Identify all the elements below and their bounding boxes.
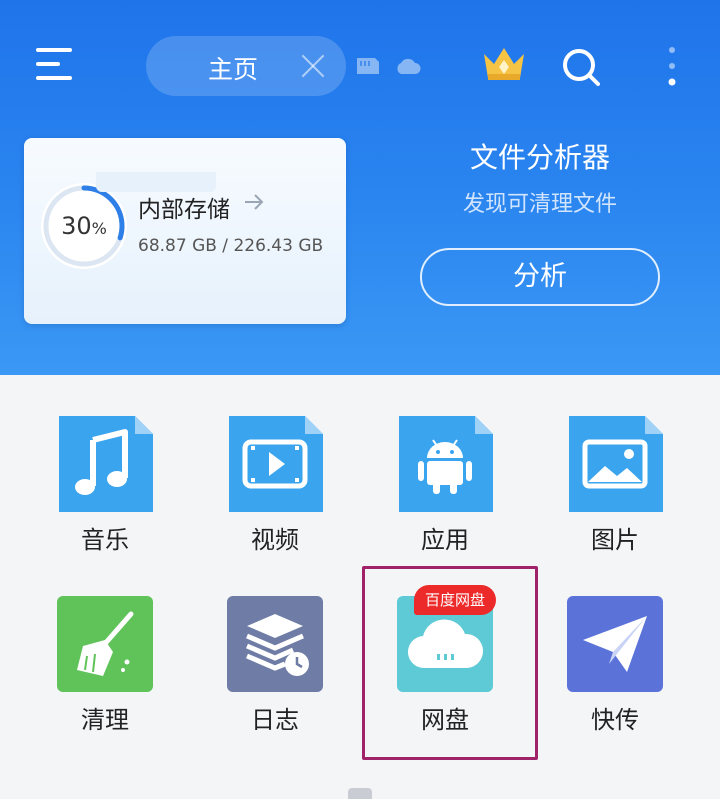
header: 主页 30% 内部存储 68.87 GB / 226.43 GB 文件分析器 发… bbox=[0, 0, 720, 375]
grid-item-clean[interactable]: 清理 bbox=[20, 584, 190, 754]
menu-icon[interactable] bbox=[30, 44, 78, 86]
search-icon[interactable] bbox=[560, 46, 604, 90]
grid-item-images[interactable]: 图片 bbox=[530, 404, 700, 574]
grid-item-video[interactable]: 视频 bbox=[190, 404, 360, 574]
analyzer-subtitle: 发现可清理文件 bbox=[462, 192, 617, 217]
grid-label: 音乐 bbox=[81, 526, 129, 554]
grid-item-music[interactable]: 音乐 bbox=[20, 404, 190, 574]
grid-label: 快传 bbox=[591, 706, 639, 734]
close-icon[interactable] bbox=[298, 51, 328, 81]
grid-label: 日志 bbox=[251, 706, 299, 734]
cloud-icon[interactable] bbox=[394, 54, 422, 78]
sd-card-icon[interactable] bbox=[355, 56, 381, 76]
grid-item-quick-transfer[interactable]: 快传 bbox=[530, 584, 700, 754]
arrow-right-icon[interactable] bbox=[242, 190, 266, 214]
log-icon bbox=[227, 596, 323, 692]
bottom-sheet-handle[interactable] bbox=[348, 788, 372, 799]
baidu-netdisk-badge: 百度网盘 bbox=[414, 585, 496, 615]
storage-percent: 30% bbox=[61, 212, 107, 240]
music-icon bbox=[59, 416, 153, 512]
grid-label: 清理 bbox=[81, 706, 129, 734]
crown-icon[interactable] bbox=[480, 44, 528, 84]
grid-label: 应用 bbox=[421, 526, 469, 554]
grid-label: 视频 bbox=[251, 526, 299, 554]
grid-item-log[interactable]: 日志 bbox=[190, 584, 360, 754]
paper-plane-icon bbox=[567, 596, 663, 692]
home-tab[interactable]: 主页 bbox=[146, 36, 346, 96]
image-icon bbox=[569, 416, 663, 512]
grid-label: 图片 bbox=[591, 526, 639, 554]
analyzer-title: 文件分析器 bbox=[469, 141, 610, 174]
analyze-button[interactable]: 分析 bbox=[420, 248, 660, 306]
storage-size: 68.87 GB / 226.43 GB bbox=[138, 236, 324, 256]
video-icon bbox=[229, 416, 323, 512]
storage-title: 内部存储 bbox=[138, 197, 230, 223]
home-tab-label: 主页 bbox=[208, 55, 259, 84]
more-icon[interactable] bbox=[664, 44, 680, 90]
grid-item-apps[interactable]: 应用 bbox=[360, 404, 530, 574]
broom-icon bbox=[57, 596, 153, 692]
storage-card-notch bbox=[96, 172, 216, 192]
android-icon bbox=[399, 416, 493, 512]
internal-storage-card[interactable]: 30% 内部存储 68.87 GB / 226.43 GB bbox=[24, 138, 346, 324]
